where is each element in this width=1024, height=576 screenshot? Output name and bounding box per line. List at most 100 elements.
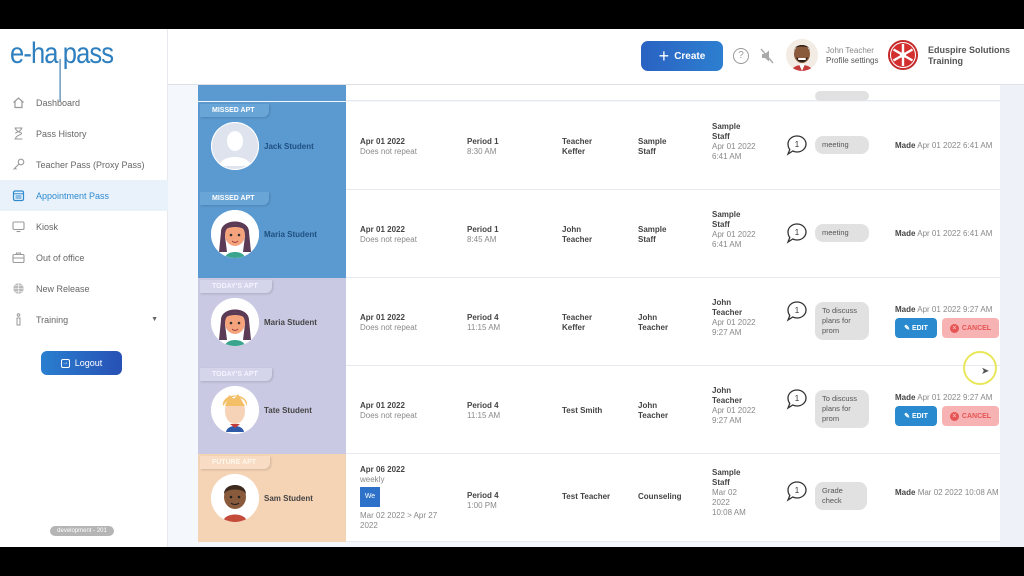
monitor-icon (11, 220, 25, 234)
logout-icon: → (60, 358, 70, 368)
sidebar-item-teacher-pass[interactable]: Teacher Pass (Proxy Pass) (0, 149, 168, 180)
teacher-cell: John Teacher (562, 225, 593, 244)
user-avatar[interactable] (786, 39, 818, 71)
sidebar-item-label: Training (36, 314, 69, 325)
note-bubble: Grade check (815, 482, 867, 510)
staff-cell: Sample Staff (638, 137, 667, 156)
svg-text:1: 1 (795, 140, 800, 149)
table-row[interactable]: MISSED APT Maria Student Apr 01 2022 Does… (198, 190, 1000, 278)
table-row-partial (198, 85, 1000, 101)
pencil-icon: ✎ (904, 413, 910, 420)
sidebar-item-kiosk[interactable]: Kiosk (0, 211, 168, 242)
made-info: Made Apr 01 2022 6:41 AM (895, 141, 993, 150)
cancel-button[interactable]: × CANCEL (942, 406, 999, 426)
edit-button[interactable]: ✎ EDIT (895, 406, 937, 426)
note-bubble: meeting (815, 224, 869, 242)
status-badge: MISSED APT (200, 192, 269, 205)
sidebar: e-ha pass Dashboard Pass History Teacher … (0, 29, 168, 547)
svg-text:1: 1 (795, 306, 800, 315)
chevron-down-icon[interactable]: ▼ (151, 316, 158, 323)
home-icon (11, 96, 25, 110)
table-row[interactable]: TODAY'S APT Maria Student Apr 01 2022 Doe… (198, 278, 1000, 366)
comment-icon[interactable]: 1 (786, 300, 808, 322)
student-cell: MISSED APT Maria Student (198, 190, 346, 278)
key-icon (11, 158, 25, 172)
date-cell: Apr 01 2022 Does not repeat (360, 225, 417, 244)
comment-icon[interactable]: 1 (786, 388, 808, 410)
cancel-button[interactable]: × CANCEL (942, 318, 999, 338)
sidebar-item-dashboard[interactable]: Dashboard (0, 87, 168, 118)
sidebar-item-label: Appointment Pass (36, 190, 110, 201)
globe-icon (11, 282, 25, 296)
svg-text:1: 1 (795, 486, 800, 495)
sidebar-item-label: Out of office (36, 252, 85, 263)
student-name[interactable]: Sam Student (264, 494, 313, 503)
student-name[interactable]: Maria Student (264, 230, 317, 239)
sidebar-item-appointment-pass[interactable]: Appointment Pass (0, 180, 168, 211)
student-name[interactable]: Tate Student (264, 406, 312, 415)
close-circle-icon: × (949, 323, 959, 333)
date-range: Mar 02 2022 > Apr 27 2022 (360, 511, 438, 530)
school-info: Eduspire Solutions Training (928, 45, 1010, 67)
profile-settings-link[interactable]: John Teacher Profile settings (826, 46, 878, 66)
period-cell: Period 4 11:15 AM (467, 313, 501, 332)
period-cell: Period 4 11:15 AM (467, 401, 501, 420)
student-cell: TODAY'S APT Tate Student (198, 366, 346, 454)
date-cell: Apr 01 2022 Does not repeat (360, 313, 417, 332)
environment-badge: development - 201 (50, 526, 114, 536)
school-logo (888, 40, 918, 70)
table-row[interactable]: TODAY'S APT Tate Student Apr 01 2022 Does… (198, 366, 1000, 454)
student-avatar[interactable] (211, 210, 259, 258)
student-avatar[interactable] (211, 298, 259, 346)
comment-icon[interactable]: 1 (786, 480, 808, 502)
staff-cell: Sample Staff (638, 225, 667, 244)
scrollbar[interactable] (1000, 85, 1024, 547)
create-label: Create (674, 50, 706, 62)
comment-icon[interactable]: 1 (786, 222, 808, 244)
sidebar-item-label: Dashboard (36, 97, 81, 108)
student-avatar[interactable] (211, 474, 259, 522)
calendar-icon (11, 189, 25, 203)
teacher-cell: Test Smith (562, 406, 603, 415)
user-name: John Teacher (826, 46, 874, 55)
sidebar-item-new-release[interactable]: New Release (0, 273, 168, 304)
sidebar-item-out-of-office[interactable]: Out of office (0, 242, 168, 273)
appointments-table: MISSED APT Jack Student Apr 01 2022 Does … (198, 85, 1000, 547)
sound-muted-icon[interactable] (760, 48, 774, 64)
student-avatar[interactable] (211, 122, 259, 170)
made-info: Made Apr 01 2022 6:41 AM (895, 229, 993, 238)
edit-button[interactable]: ✎ EDIT (895, 318, 937, 338)
table-row[interactable]: MISSED APT Jack Student Apr 01 2022 Does … (198, 102, 1000, 190)
briefcase-icon (11, 251, 25, 265)
logout-label: Logout (74, 358, 103, 368)
sidebar-item-pass-history[interactable]: Pass History (0, 118, 168, 149)
staff-cell: John Teacher (638, 313, 669, 332)
created-cell: Sample Staff Apr 01 2022 6:41 AM (712, 210, 756, 249)
sidebar-item-training[interactable]: Training ▼ (0, 304, 168, 335)
created-cell: John Teacher Apr 01 2022 9:27 AM (712, 298, 756, 337)
weekday-chip: We (360, 487, 380, 507)
table-row[interactable]: FUTURE APT Sam Student Apr 06 2022 weekly… (198, 454, 1000, 542)
student-name[interactable]: Jack Student (264, 142, 314, 151)
create-button[interactable]: + Create (641, 41, 723, 71)
e-hallpass-logo[interactable]: e-ha pass (10, 37, 114, 101)
made-info: Made Mar 02 2022 10:08 AM (895, 488, 999, 497)
period-cell: Period 1 8:45 AM (467, 225, 499, 244)
staff-cell: Counseling (638, 492, 682, 501)
student-cell: FUTURE APT Sam Student (198, 454, 346, 542)
date-cell: Apr 01 2022 Does not repeat (360, 137, 417, 156)
status-badge: FUTURE APT (200, 456, 271, 469)
status-badge: MISSED APT (200, 104, 269, 117)
made-info: Made Apr 01 2022 9:27 AM (895, 305, 993, 314)
created-cell: Sample Staff Apr 01 2022 6:41 AM (712, 122, 756, 161)
comment-icon[interactable]: 1 (786, 134, 808, 156)
student-name[interactable]: Maria Student (264, 318, 317, 327)
sidebar-item-label: New Release (36, 283, 90, 294)
logout-button[interactable]: → Logout (41, 351, 122, 375)
note-bubble: meeting (815, 136, 869, 154)
cursor-highlight (963, 351, 997, 385)
student-avatar[interactable] (211, 386, 259, 434)
help-icon[interactable]: ? (733, 48, 749, 64)
created-cell: Sample Staff Mar 02 2022 10:08 AM (712, 468, 746, 517)
sidebar-item-label: Kiosk (36, 221, 59, 232)
